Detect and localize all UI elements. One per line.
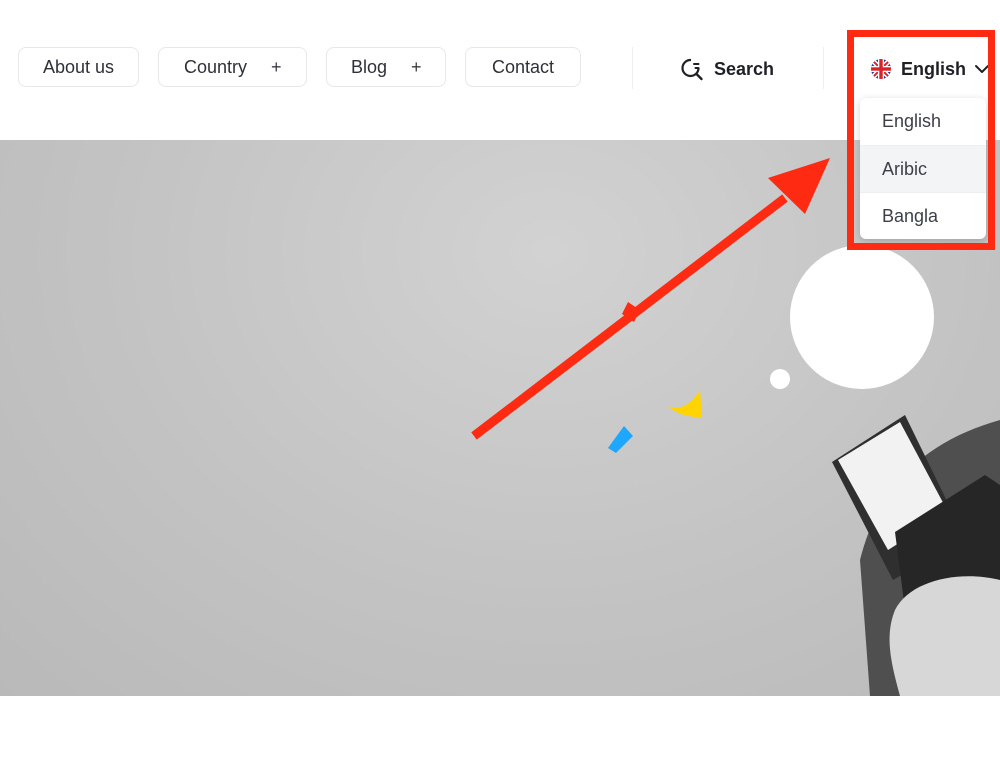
annotation-arrow bbox=[471, 158, 830, 440]
